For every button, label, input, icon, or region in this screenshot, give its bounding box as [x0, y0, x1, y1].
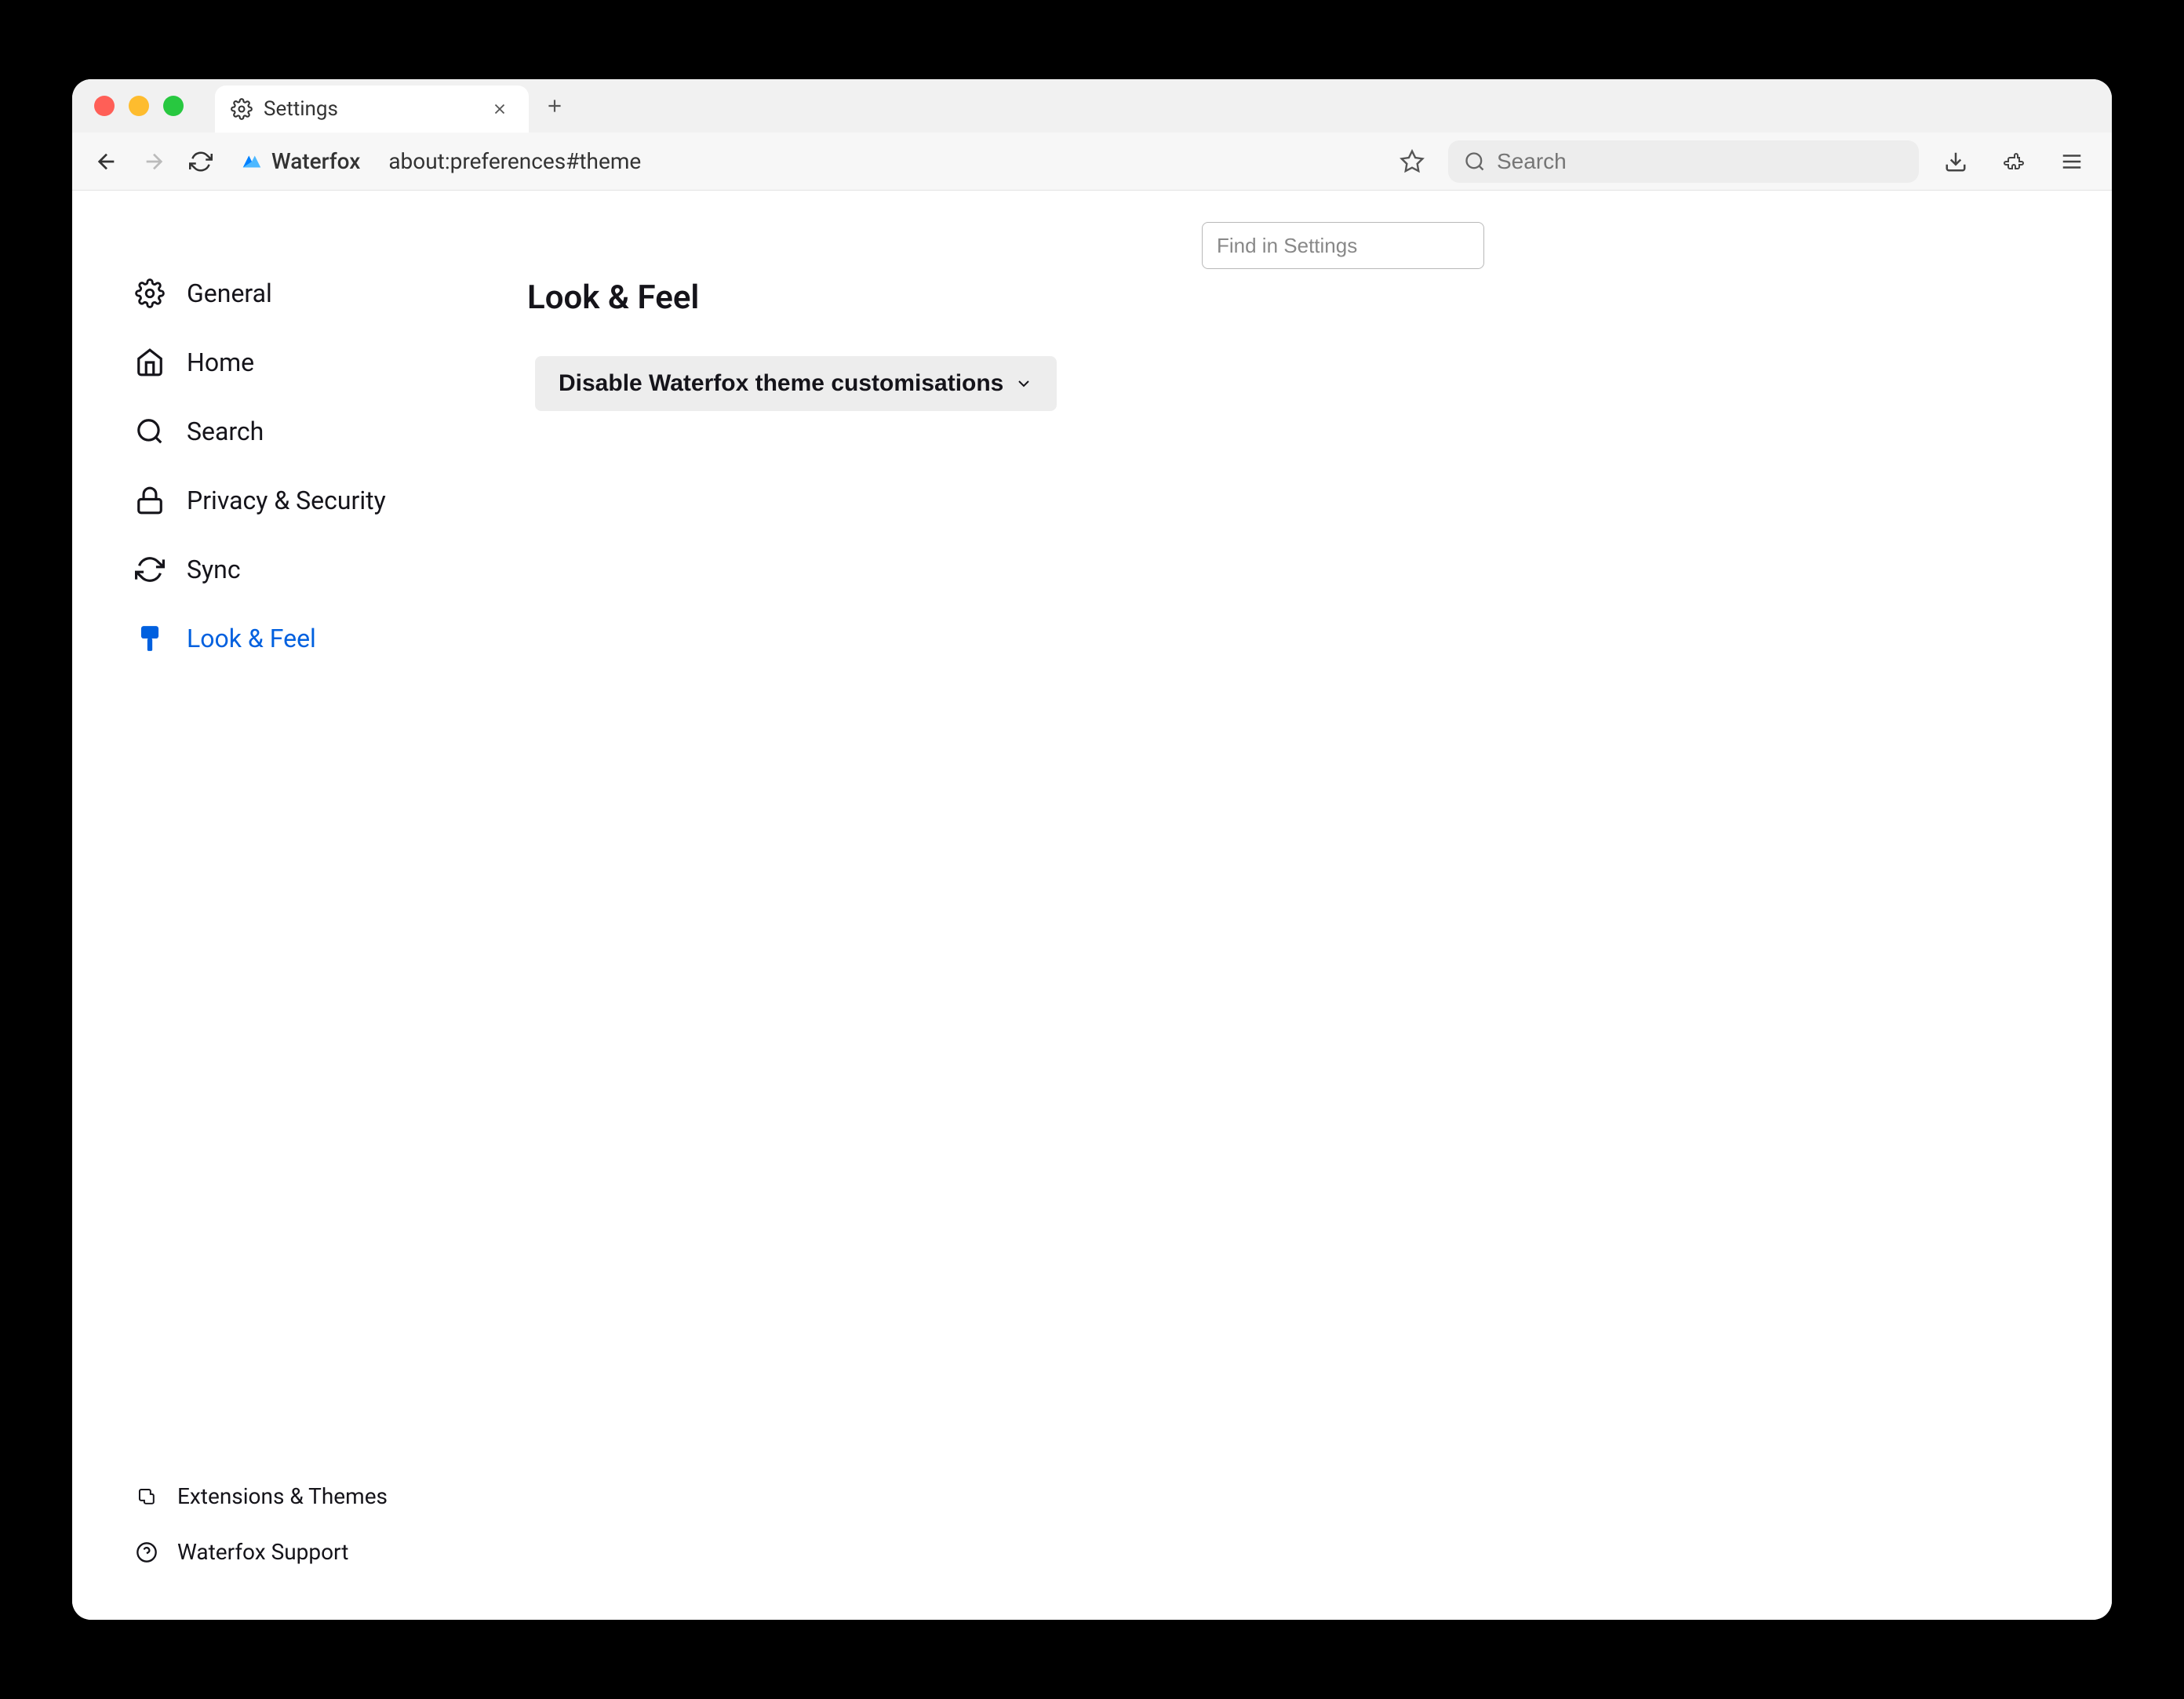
sidebar-item-label: Search — [187, 417, 264, 446]
paintbrush-icon — [135, 624, 165, 653]
toolbar: Waterfox about:preferences#theme — [72, 133, 2112, 191]
home-icon — [135, 347, 165, 377]
sidebar-item-home[interactable]: Home — [135, 347, 457, 377]
help-icon — [135, 1541, 158, 1564]
sidebar-footer-support[interactable]: Waterfox Support — [135, 1539, 457, 1565]
sync-icon — [135, 555, 165, 584]
content-area: General Home Search — [72, 191, 2112, 1620]
gear-icon — [231, 98, 253, 120]
dropdown-label: Disable Waterfox theme customisations — [559, 370, 1003, 397]
reload-button[interactable] — [185, 146, 217, 177]
window-minimize-button[interactable] — [129, 96, 149, 116]
settings-sidebar: General Home Search — [72, 191, 488, 1620]
downloads-button[interactable] — [1935, 150, 1977, 173]
puzzle-icon — [135, 1485, 158, 1508]
search-icon — [135, 417, 165, 446]
sidebar-item-label: General — [187, 278, 272, 308]
browser-window: Settings Waterfox about:preferences#them… — [72, 79, 2112, 1620]
sidebar-item-privacy-security[interactable]: Privacy & Security — [135, 486, 457, 515]
gear-icon — [135, 278, 165, 308]
forward-button[interactable] — [138, 146, 169, 177]
theme-customisations-dropdown[interactable]: Disable Waterfox theme customisations — [535, 356, 1057, 411]
new-tab-button[interactable] — [544, 96, 565, 116]
sidebar-footer-extensions-themes[interactable]: Extensions & Themes — [135, 1483, 457, 1509]
search-box[interactable] — [1448, 140, 1919, 183]
tab-close-button[interactable] — [486, 100, 513, 118]
titlebar: Settings — [72, 79, 2112, 133]
sidebar-item-label: Privacy & Security — [187, 486, 386, 515]
search-icon — [1464, 151, 1486, 173]
sidebar-item-search[interactable]: Search — [135, 417, 457, 446]
sidebar-item-label: Sync — [187, 555, 241, 584]
settings-nav-list: General Home Search — [135, 278, 457, 653]
extensions-button[interactable] — [1993, 150, 2035, 173]
find-in-settings — [1202, 222, 1484, 269]
sidebar-item-sync[interactable]: Sync — [135, 555, 457, 584]
footer-item-label: Extensions & Themes — [177, 1483, 388, 1509]
browser-tab[interactable]: Settings — [215, 85, 529, 133]
chevron-down-icon — [1014, 374, 1033, 393]
window-close-button[interactable] — [94, 96, 115, 116]
sidebar-footer: Extensions & Themes Waterfox Support — [135, 1483, 457, 1588]
sidebar-item-label: Look & Feel — [187, 624, 316, 653]
url-text[interactable]: about:preferences#theme — [384, 148, 646, 174]
site-identity[interactable]: Waterfox — [232, 148, 368, 174]
bookmark-star-button[interactable] — [1392, 149, 1432, 174]
window-maximize-button[interactable] — [163, 96, 184, 116]
main-content: Look & Feel Disable Waterfox theme custo… — [488, 191, 2112, 1620]
lock-icon — [135, 486, 165, 515]
tab-title: Settings — [264, 97, 475, 121]
search-input[interactable] — [1497, 149, 1903, 174]
sidebar-item-look-and-feel[interactable]: Look & Feel — [135, 624, 457, 653]
sidebar-item-general[interactable]: General — [135, 278, 457, 308]
traffic-lights — [94, 96, 184, 116]
waterfox-logo-icon — [240, 150, 264, 173]
footer-item-label: Waterfox Support — [177, 1539, 348, 1565]
find-in-settings-input[interactable] — [1202, 222, 1484, 269]
page-title: Look & Feel — [527, 278, 2065, 317]
site-identity-label: Waterfox — [271, 148, 360, 174]
back-button[interactable] — [91, 146, 122, 177]
sidebar-item-label: Home — [187, 347, 254, 377]
menu-button[interactable] — [2051, 150, 2093, 173]
